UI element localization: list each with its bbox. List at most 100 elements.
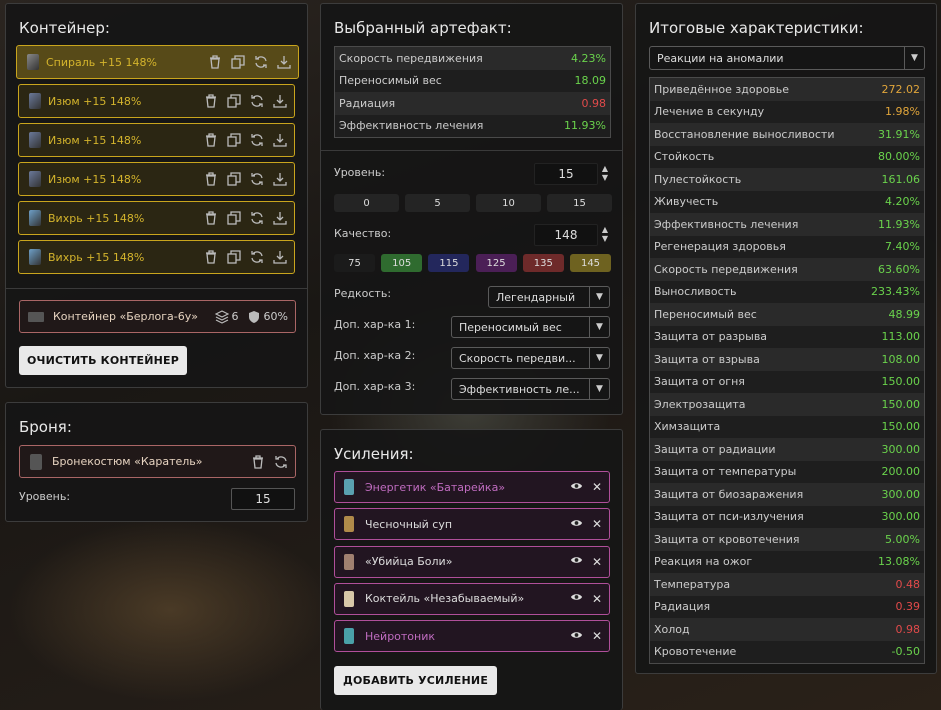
artifact-name: Изюм +15 148% <box>48 172 142 186</box>
level-stepper[interactable]: ▲ ▼ <box>601 164 609 182</box>
stat-row: Пулестойкость 161.06 <box>650 168 924 191</box>
artifact-row[interactable]: Спираль +15 148% <box>16 45 299 79</box>
container-panel: Контейнер: Спираль +15 148% Изюм +15 148%… <box>5 3 308 388</box>
stat-name: Защита от температуры <box>654 465 797 479</box>
stat-name: Радиация <box>339 96 396 110</box>
level-preset-button[interactable]: 10 <box>476 194 541 212</box>
quality-preset-button[interactable]: 75 <box>334 254 375 272</box>
quality-preset-button[interactable]: 125 <box>475 254 517 272</box>
quality-label: Качество: <box>334 227 392 240</box>
quality-preset-button[interactable]: 135 <box>522 254 564 272</box>
level-preset-button[interactable]: 5 <box>405 194 470 212</box>
copy-icon[interactable] <box>225 132 242 149</box>
boost-name: Чесночный суп <box>365 517 453 531</box>
quality-stepper[interactable]: ▲ ▼ <box>601 225 609 243</box>
extra1-select[interactable]: Переносимый вес ▼ <box>451 316 610 338</box>
boost-item[interactable]: Коктейль «Незабываемый» ✕ <box>334 582 610 615</box>
trash-icon[interactable] <box>202 171 219 188</box>
eye-icon[interactable] <box>570 518 584 531</box>
chevron-down-icon: ▼ <box>589 348 609 368</box>
download-icon[interactable] <box>275 54 292 71</box>
download-icon[interactable] <box>271 132 288 149</box>
eye-icon[interactable] <box>570 481 584 494</box>
trash-icon[interactable] <box>206 54 223 71</box>
artifact-row[interactable]: Изюм +15 148% <box>18 123 295 157</box>
copy-icon[interactable] <box>225 210 242 227</box>
extra1-label: Доп. хар-ка 1: <box>334 318 416 331</box>
close-icon[interactable]: ✕ <box>592 480 602 494</box>
trash-icon[interactable] <box>202 132 219 149</box>
chevron-down-icon: ▼ <box>589 317 609 337</box>
stat-row: Радиация 0.98 <box>335 92 610 115</box>
close-icon[interactable]: ✕ <box>592 555 602 569</box>
boost-item[interactable]: Энергетик «Батарейка» ✕ <box>334 471 610 503</box>
close-icon[interactable]: ✕ <box>592 592 602 606</box>
artifact-icon <box>29 93 41 109</box>
refresh-icon[interactable] <box>248 171 265 188</box>
boost-item[interactable]: Чесночный суп ✕ <box>334 508 610 541</box>
quality-preset-button[interactable]: 145 <box>570 254 611 272</box>
artifact-icon <box>27 54 39 70</box>
trash-icon[interactable] <box>249 453 266 470</box>
stat-name: Защита от кровотечения <box>654 532 800 546</box>
trash-icon[interactable] <box>202 249 219 266</box>
copy-icon[interactable] <box>225 171 242 188</box>
totals-filter-select[interactable]: Реакции на аномалии ▼ <box>649 46 925 70</box>
level-preset-button[interactable]: 15 <box>547 194 612 212</box>
eye-icon[interactable] <box>570 630 584 643</box>
artifact-row[interactable]: Изюм +15 148% <box>18 84 295 118</box>
trash-icon[interactable] <box>202 210 219 227</box>
boost-name: Энергетик «Батарейка» <box>365 480 506 494</box>
artifact-row[interactable]: Изюм +15 148% <box>18 162 295 196</box>
copy-icon[interactable] <box>225 249 242 266</box>
slots-icon <box>214 309 229 324</box>
copy-icon[interactable] <box>225 93 242 110</box>
stat-name: Температура <box>654 577 731 591</box>
boost-icon <box>344 516 354 533</box>
clear-container-button[interactable]: ОЧИСТИТЬ КОНТЕЙНЕР <box>19 346 187 375</box>
refresh-icon[interactable] <box>272 453 289 470</box>
download-icon[interactable] <box>271 210 288 227</box>
quality-preset-button[interactable]: 115 <box>428 254 470 272</box>
stat-name: Защита от биозаражения <box>654 487 804 501</box>
extra2-select[interactable]: Скорость передви... ▼ <box>451 347 610 369</box>
refresh-icon[interactable] <box>248 210 265 227</box>
artifact-row[interactable]: Вихрь +15 148% <box>18 240 295 274</box>
stat-row: Эффективность лечения 11.93% <box>335 114 610 137</box>
rarity-select[interactable]: Легендарный ▼ <box>488 286 610 308</box>
quality-preset-button[interactable]: 105 <box>381 254 423 272</box>
add-boost-button[interactable]: ДОБАВИТЬ УСИЛЕНИЕ <box>334 666 497 695</box>
boost-item[interactable]: Нейротоник ✕ <box>334 620 610 653</box>
close-icon[interactable]: ✕ <box>592 517 602 531</box>
artifact-row[interactable]: Вихрь +15 148% <box>18 201 295 235</box>
artifact-name: Изюм +15 148% <box>48 94 142 108</box>
stat-value: 272.02 <box>881 82 921 96</box>
stat-row: Электрозащита 150.00 <box>650 393 924 416</box>
refresh-icon[interactable] <box>252 54 269 71</box>
refresh-icon[interactable] <box>248 249 265 266</box>
eye-icon[interactable] <box>570 555 584 568</box>
refresh-icon[interactable] <box>248 132 265 149</box>
close-icon[interactable]: ✕ <box>592 629 602 643</box>
armor-level-input[interactable]: 15 <box>231 488 295 510</box>
boost-item[interactable]: «Убийца Боли» ✕ <box>334 545 610 578</box>
totals-title: Итоговые характеристики: <box>649 19 864 37</box>
armor-level-label: Уровень: <box>19 490 71 503</box>
trash-icon[interactable] <box>202 93 219 110</box>
download-icon[interactable] <box>271 249 288 266</box>
refresh-icon[interactable] <box>248 93 265 110</box>
level-input[interactable]: 15 <box>534 163 598 185</box>
extra3-select[interactable]: Эффективность ле... ▼ <box>451 378 610 400</box>
stat-row: Приведённое здоровье 272.02 <box>650 78 924 101</box>
download-icon[interactable] <box>271 93 288 110</box>
eye-icon[interactable] <box>570 592 584 605</box>
stat-name: Приведённое здоровье <box>654 82 790 96</box>
armor-item[interactable]: Бронекостюм «Каратель» <box>19 445 296 478</box>
download-icon[interactable] <box>271 171 288 188</box>
stat-value: -0.50 <box>891 645 920 659</box>
quality-input[interactable]: 148 <box>534 224 598 246</box>
level-preset-button[interactable]: 0 <box>334 194 399 212</box>
artifact-icon <box>29 249 41 265</box>
copy-icon[interactable] <box>229 54 246 71</box>
container-box[interactable]: Контейнер «Берлога-6у» 6 60% <box>19 300 296 333</box>
